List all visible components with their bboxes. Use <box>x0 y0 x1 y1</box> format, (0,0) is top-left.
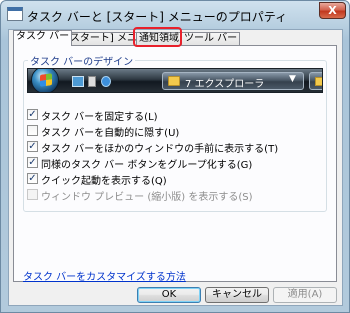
option-label: タスク バーをほかのウィンドウの手前に表示する(T) <box>41 144 279 155</box>
tab-strip: タスク バー [スタート] メニュー 通知領域 ツール バー <box>13 27 333 47</box>
option-label: 同様のタスク バー ボタンをグループ化する(G) <box>41 160 253 171</box>
checkbox-quick-launch[interactable]: ✓ <box>27 173 38 184</box>
taskbar-properties-icon <box>7 7 23 21</box>
option-label: ウィンドウ プレビュー (縮小版) を表示する(S) <box>41 192 253 203</box>
folder-icon <box>168 76 180 86</box>
show-desktop-icon <box>72 76 84 87</box>
tab-notification-area[interactable]: 通知領域 <box>136 32 182 45</box>
start-orb-icon <box>31 69 59 92</box>
checkbox-group-buttons[interactable]: ✓ <box>27 157 38 168</box>
close-button[interactable]: X <box>319 2 346 19</box>
window-title: タスク バーと [スタート] メニューのプロパティ <box>27 10 288 24</box>
switch-windows-icon <box>88 76 96 87</box>
taskbar-group-label: 7 エクスプローラ <box>185 75 264 90</box>
appearance-group-label: タスク バーのデザイン <box>28 53 136 68</box>
option-label: タスク バーを自動的に隠す(U) <box>41 128 180 139</box>
taskbar-group-count: 7 <box>185 79 192 90</box>
checkbox-lock-taskbar[interactable]: ✓ <box>27 109 38 120</box>
title-bar[interactable]: タスク バーと [スタート] メニューのプロパティ X <box>1 1 349 29</box>
ok-button[interactable]: OK <box>137 287 201 303</box>
customize-taskbar-link[interactable]: タスク バーをカスタマイズする方法 <box>23 268 186 283</box>
tab-toolbars[interactable]: ツール バー <box>181 32 241 45</box>
checkbox-window-preview <box>27 189 38 200</box>
taskbar-next-button <box>309 72 322 90</box>
taskbar-preview: 7 エクスプローラ ▼ <box>27 68 323 93</box>
windows-logo-icon <box>40 73 52 87</box>
cancel-button[interactable]: キャンセル <box>205 287 269 303</box>
option-label: クイック起動を表示する(Q) <box>41 176 167 187</box>
checkbox-keep-on-top[interactable]: ✓ <box>27 141 38 152</box>
taskbar-group-button: 7 エクスプローラ ▼ <box>162 72 304 90</box>
option-label: タスク バーを固定する(L) <box>41 112 158 123</box>
tab-taskbar[interactable]: タスク バー <box>13 30 73 46</box>
checkbox-auto-hide[interactable] <box>27 125 38 136</box>
dialog-client: タスク バー [スタート] メニュー 通知領域 ツール バー タスク バーのデザ… <box>8 27 343 306</box>
taskbar-group-name: エクスプローラ <box>194 79 265 90</box>
taskbar-tab-panel: タスク バーのデザイン 7 エクスプローラ ▼ ✓ タスク バーを固定する(L)… <box>13 45 337 283</box>
apply-button: 適用(A) <box>273 287 337 303</box>
properties-window: タスク バーと [スタート] メニューのプロパティ X タスク バー [スタート… <box>0 0 350 313</box>
document-icon <box>315 77 322 86</box>
chevron-down-icon: ▼ <box>289 74 296 84</box>
internet-explorer-icon <box>101 76 111 87</box>
